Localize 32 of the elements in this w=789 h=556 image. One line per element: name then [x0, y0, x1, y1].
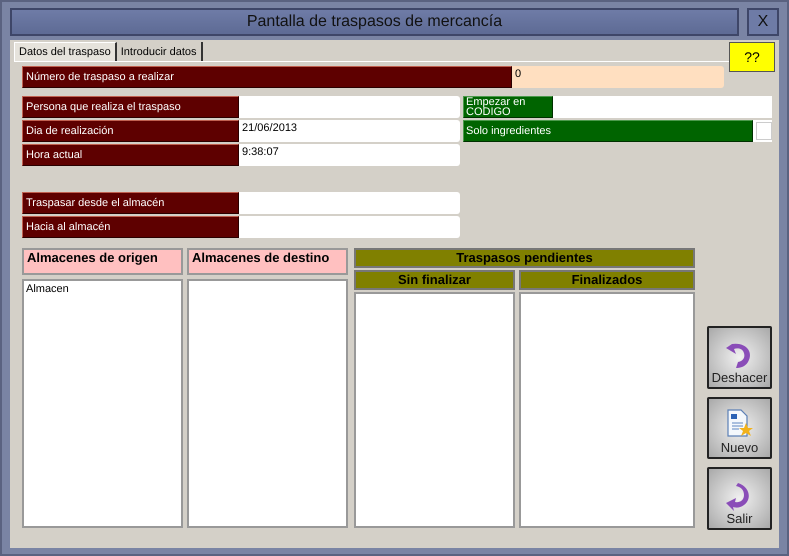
- field-label: Hora actual: [22, 144, 239, 166]
- checkbox[interactable]: [756, 122, 772, 140]
- list-header: Almacenes de destino: [187, 248, 348, 275]
- warehouse-list[interactable]: Almacen: [22, 279, 183, 528]
- field-label: Persona que realiza el traspaso: [22, 96, 239, 118]
- list-item[interactable]: Almacen: [24, 281, 181, 297]
- field-label: Dia de realización: [22, 120, 239, 142]
- input-field[interactable]: [239, 192, 460, 214]
- field-label: Número de traspaso a realizar: [22, 66, 512, 88]
- field-label: Hacia al almacén: [22, 216, 239, 238]
- list-header: Almacenes de origen: [22, 248, 183, 275]
- option-label: Solo ingredientes: [463, 120, 753, 142]
- input-field[interactable]: [239, 216, 460, 238]
- column-header: Sin finalizar: [354, 270, 515, 290]
- start-button[interactable]: Empezar en CODIGO: [463, 96, 553, 118]
- section-header: Traspasos pendientes: [354, 248, 695, 268]
- transfer-list[interactable]: [354, 292, 515, 528]
- tab[interactable]: Datos del traspaso: [14, 42, 117, 61]
- transfer-list[interactable]: [519, 292, 695, 528]
- window-title: Pantalla de traspasos de mercancía: [10, 8, 739, 36]
- input-field[interactable]: 21/06/2013: [239, 120, 460, 142]
- number-field[interactable]: 0: [512, 66, 724, 88]
- close-button[interactable]: X: [747, 8, 779, 36]
- field-label: Traspasar desde el almacén: [22, 192, 239, 214]
- action-button[interactable]: Salir: [707, 467, 772, 530]
- input-field[interactable]: [239, 96, 460, 118]
- column-header: Finalizados: [519, 270, 695, 290]
- action-button[interactable]: Nuevo: [707, 396, 772, 460]
- action-button[interactable]: Deshacer: [707, 326, 772, 389]
- input-field[interactable]: 9:38:07: [239, 144, 460, 166]
- help-button[interactable]: ??: [729, 42, 775, 72]
- warehouse-list[interactable]: [187, 279, 348, 528]
